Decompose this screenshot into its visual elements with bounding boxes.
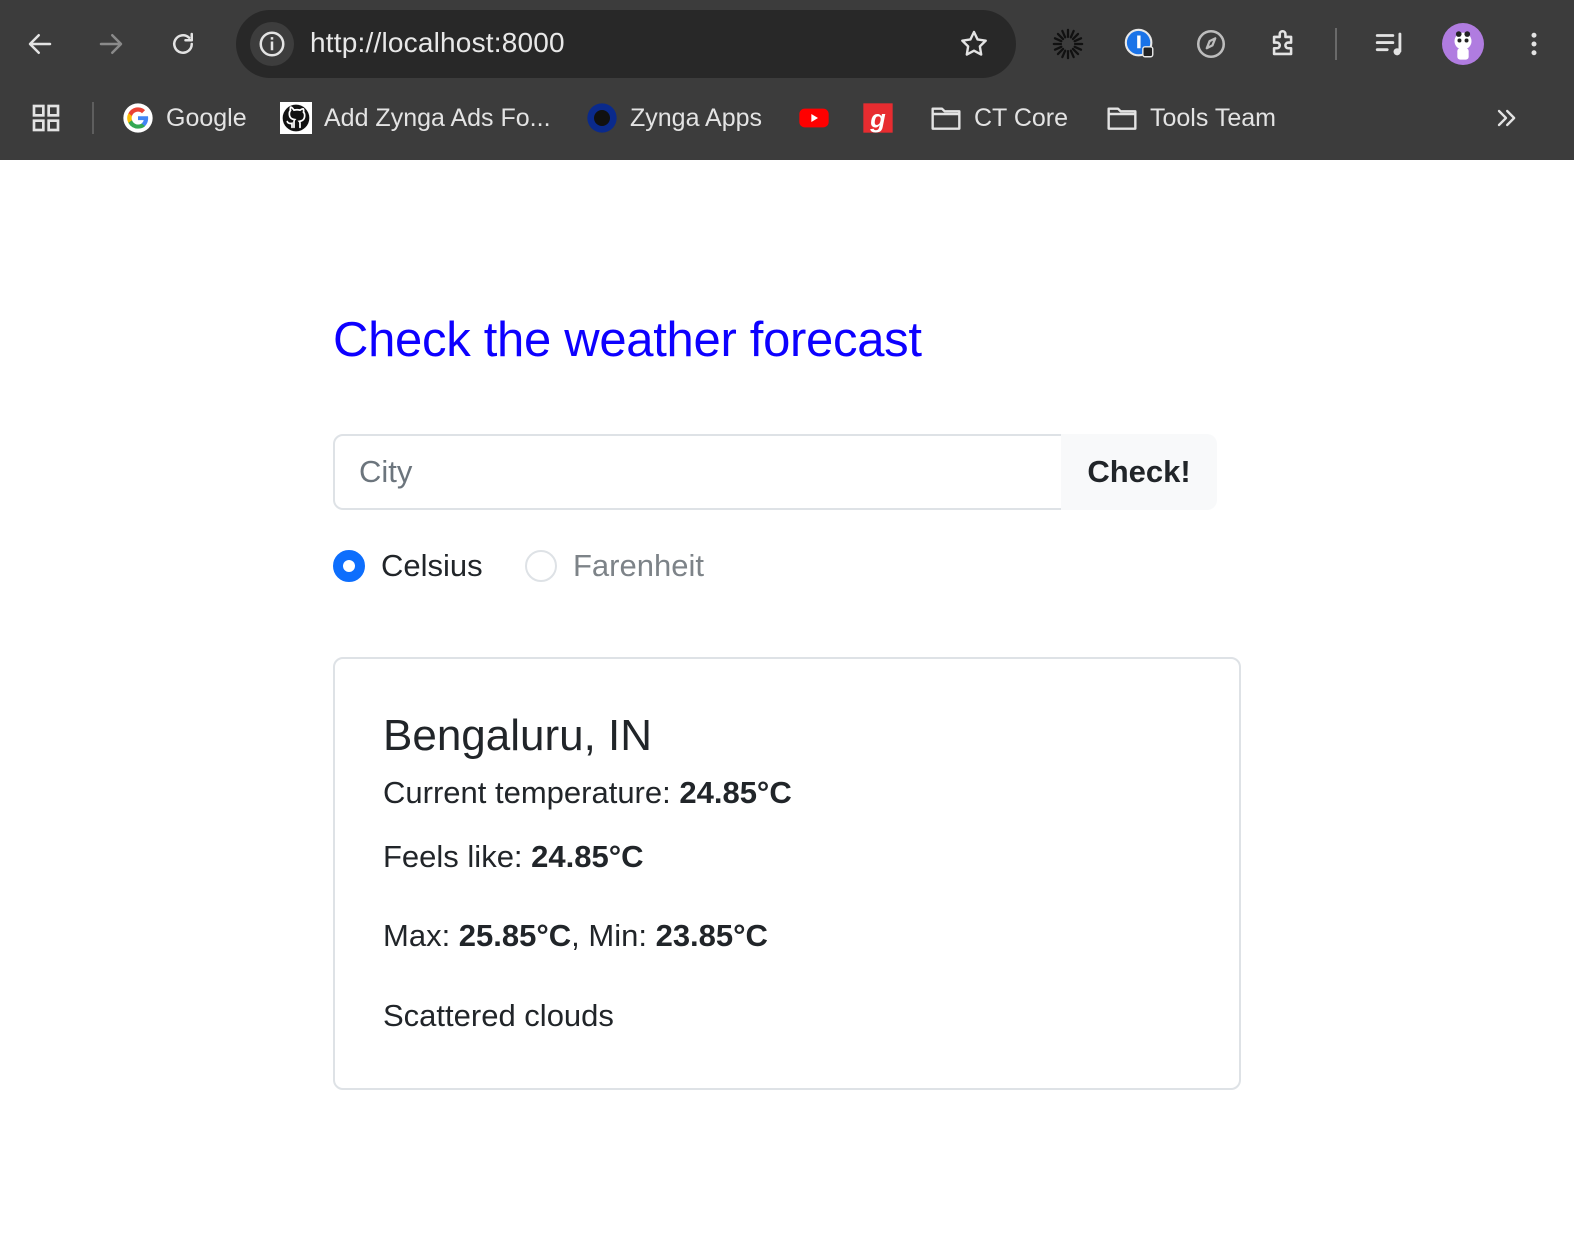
site-info-button[interactable]	[250, 22, 294, 66]
min-label: , Min:	[571, 918, 656, 953]
toolbar-divider	[1335, 28, 1337, 60]
location-title: Bengaluru, IN	[383, 711, 653, 760]
arrow-left-icon	[28, 34, 52, 54]
back-button[interactable]	[18, 22, 62, 66]
profile-avatar[interactable]	[1442, 23, 1484, 65]
current-temperature: Current temperature: 24.85°C	[383, 775, 792, 811]
url-text[interactable]: http://localhost:8000	[310, 27, 565, 59]
arrow-right-icon	[99, 34, 123, 54]
celsius-radio[interactable]	[333, 550, 365, 582]
feels-like-label: Feels like:	[383, 839, 532, 874]
github-icon	[280, 102, 312, 134]
bookmark-google[interactable]: Google	[122, 98, 247, 138]
apps-button[interactable]	[30, 98, 62, 138]
apps-grid-icon	[30, 102, 62, 134]
extension-button-3[interactable]	[1189, 22, 1233, 66]
gaana-icon: g	[862, 102, 894, 134]
min-value: 23.85°C	[655, 918, 768, 953]
farenheit-label[interactable]: Farenheit	[573, 548, 704, 584]
svg-text:g: g	[869, 105, 886, 133]
sunburst-icon	[1052, 28, 1084, 60]
folder-icon	[1106, 102, 1138, 134]
bookmark-gaana[interactable]: g	[862, 98, 894, 138]
bookmark-label: Google	[166, 103, 247, 132]
double-chevron-icon	[1490, 102, 1522, 134]
compass-icon	[1196, 29, 1226, 59]
bookmark-star-button[interactable]	[954, 24, 994, 64]
bookmark-add-zynga-ads[interactable]: Add Zynga Ads Fo...	[280, 98, 551, 138]
bookmarks-divider	[92, 102, 94, 134]
bookmark-zynga-apps[interactable]: Zynga Apps	[586, 98, 762, 138]
bookmark-label: Add Zynga Ads Fo...	[324, 103, 551, 132]
current-temperature-label: Current temperature:	[383, 775, 680, 810]
farenheit-radio[interactable]	[525, 550, 557, 582]
playlist-music-icon	[1375, 32, 1402, 56]
more-bookmarks-button[interactable]	[1490, 98, 1522, 138]
youtube-icon	[798, 102, 830, 134]
reload-button[interactable]	[161, 22, 205, 66]
media-controls-button[interactable]	[1368, 22, 1412, 66]
weather-result-card: Bengaluru, IN Current temperature: 24.85…	[333, 657, 1241, 1090]
more-vertical-icon	[1531, 32, 1537, 56]
bookmark-label: Zynga Apps	[630, 103, 763, 132]
bookmark-youtube[interactable]	[798, 98, 830, 138]
city-input[interactable]	[333, 434, 1085, 510]
reload-icon	[173, 32, 193, 54]
page-title: Check the weather forecast	[333, 313, 922, 367]
celsius-label[interactable]: Celsius	[381, 548, 483, 584]
bookmark-folder-tools-team[interactable]: Tools Team	[1106, 98, 1276, 138]
extension-button-1[interactable]	[1046, 22, 1090, 66]
extensions-button[interactable]	[1262, 22, 1306, 66]
password-manager-icon	[1124, 28, 1154, 58]
bookmarks-bar: Google Add Zynga Ads Fo... Zynga Apps g	[0, 88, 1574, 148]
info-icon	[259, 31, 285, 57]
star-icon	[961, 30, 987, 56]
address-bar[interactable]: http://localhost:8000	[236, 10, 1016, 78]
max-label: Max:	[383, 918, 459, 953]
search-form: Check!	[333, 434, 1217, 510]
extension-button-2[interactable]	[1118, 22, 1162, 66]
puzzle-icon	[1272, 30, 1293, 56]
browser-menu-button[interactable]	[1512, 22, 1556, 66]
current-temperature-value: 24.85°C	[679, 775, 792, 810]
check-button[interactable]: Check!	[1061, 434, 1217, 510]
max-min-temperature: Max: 25.85°C, Min: 23.85°C	[383, 918, 768, 954]
bookmark-label: Tools Team	[1150, 103, 1276, 132]
feels-like-value: 24.85°C	[531, 839, 644, 874]
max-value: 25.85°C	[458, 918, 572, 953]
google-icon	[122, 102, 154, 134]
browser-toolbar: http://localhost:8000	[0, 0, 1574, 88]
avatar-icon	[1454, 31, 1472, 60]
folder-icon	[930, 102, 962, 134]
weather-description: Scattered clouds	[383, 998, 614, 1033]
forward-button[interactable]	[89, 22, 133, 66]
bookmark-label: CT Core	[974, 103, 1069, 132]
feels-like: Feels like: 24.85°C	[383, 839, 644, 875]
bookmark-folder-ct-core[interactable]: CT Core	[930, 98, 1068, 138]
zynga-icon	[586, 102, 618, 134]
browser-chrome: http://localhost:8000 Google Add Zynga A…	[0, 0, 1574, 160]
